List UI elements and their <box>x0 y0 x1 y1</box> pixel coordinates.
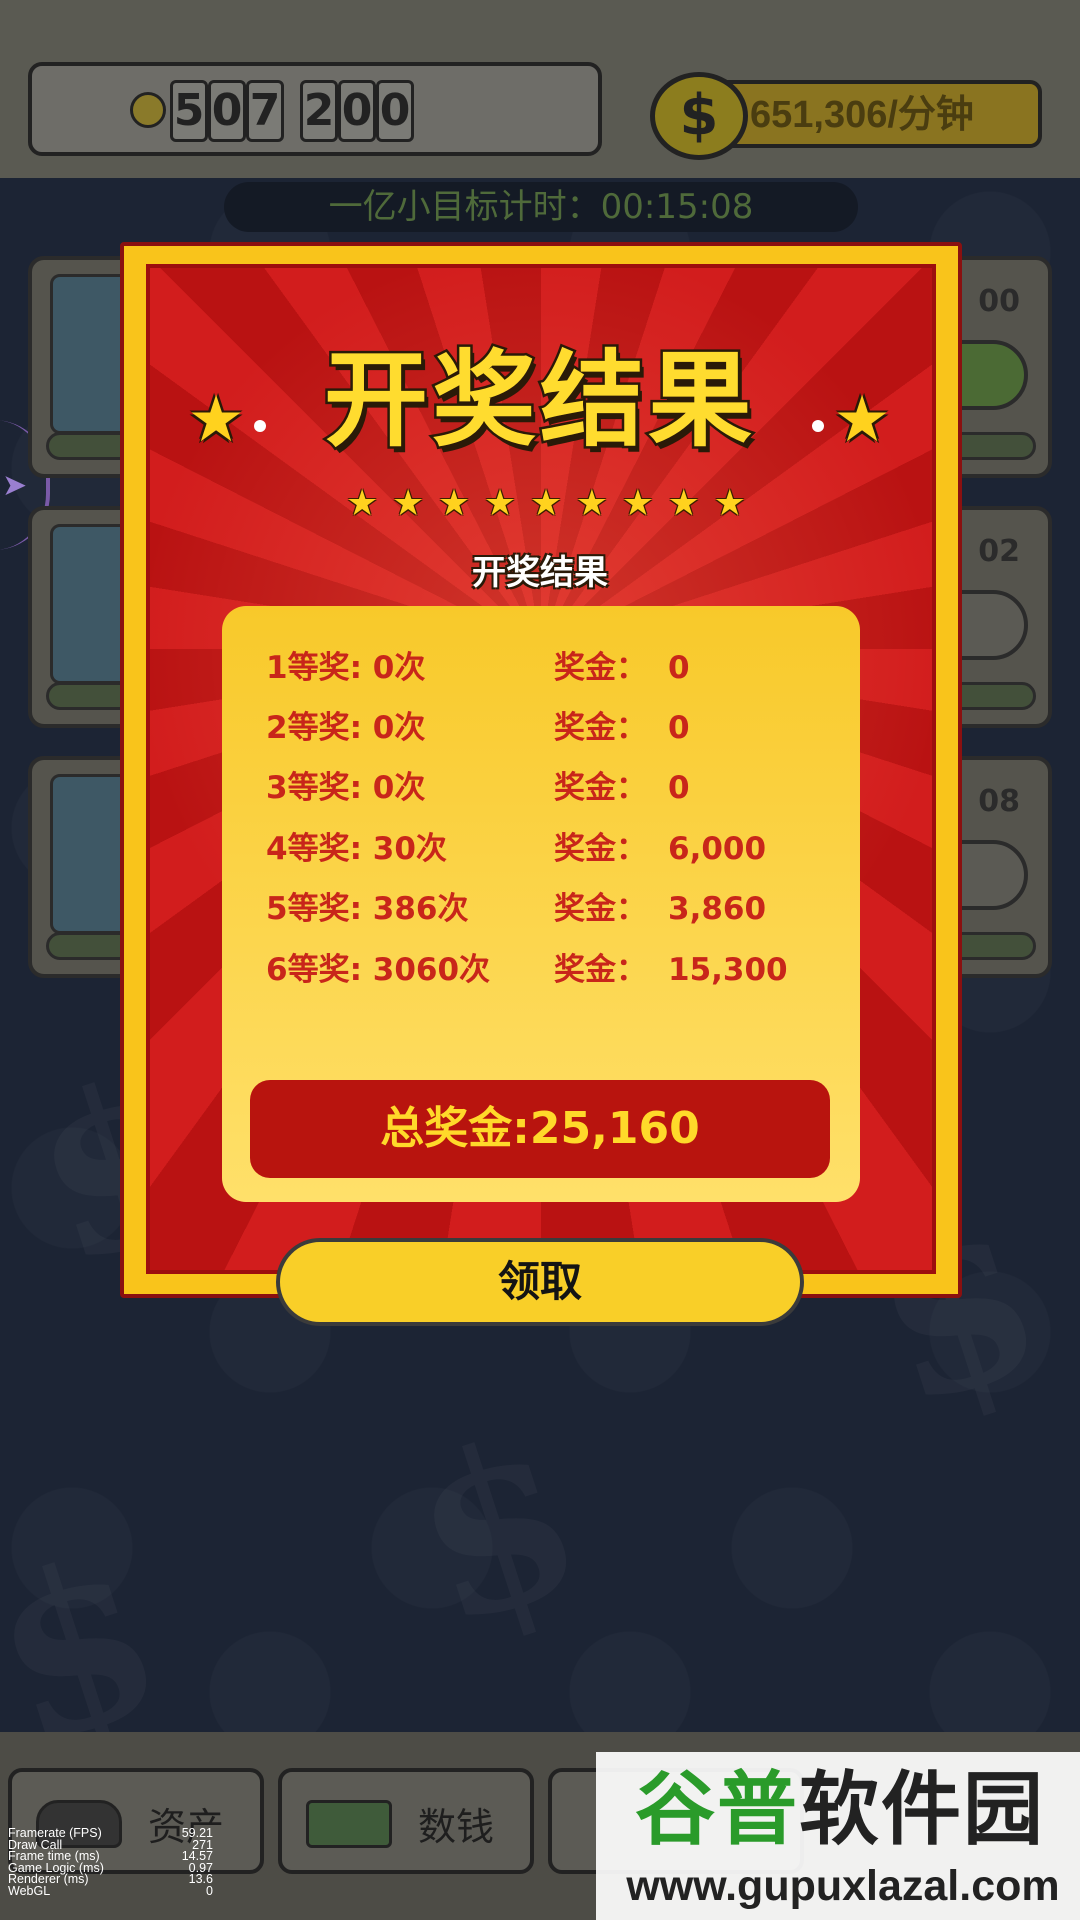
star-icon: ★ <box>483 483 517 524</box>
prize-row: 4等奖: 30次 奖金： 6,000 <box>266 825 826 873</box>
prize-money-label: 奖金： <box>554 710 647 746</box>
total-prize: 总奖金:25,160 <box>250 1080 830 1178</box>
prize-level: 2等奖: 0次 <box>266 710 426 746</box>
card-number: 08 <box>978 784 1020 819</box>
prize-money: 15,300 <box>668 952 788 988</box>
counter-digit: 2 <box>300 80 338 142</box>
star-icon: ★ <box>713 483 746 524</box>
cash-icon <box>306 1800 392 1848</box>
card-number: 02 <box>978 534 1020 569</box>
claim-button[interactable]: 领取 <box>276 1238 804 1326</box>
prize-money-label: 奖金： <box>554 770 647 806</box>
star-icon: ★ <box>391 483 425 524</box>
prize-row: 3等奖: 0次 奖金： 0 <box>266 764 826 812</box>
watermark-brand-green: 谷普 <box>635 1763 799 1856</box>
star-icon: ★ <box>346 483 379 524</box>
prize-money-label: 奖金： <box>554 952 647 988</box>
arrow-right-icon: ➤ <box>2 468 28 503</box>
goal-timer: 一亿小目标计时：00:15:08 <box>224 182 858 232</box>
prize-money: 3,860 <box>668 891 767 927</box>
prize-money: 6,000 <box>668 831 767 867</box>
nav-count-money-label: 数钱 <box>418 1805 495 1849</box>
dot-decoration <box>254 420 266 432</box>
income-rate: 651,306/分钟 <box>750 94 974 136</box>
prize-money-label: 奖金： <box>554 650 647 686</box>
counter-digit: 5 <box>170 80 208 142</box>
star-icon: ★ <box>621 483 654 524</box>
star-icon: ★ <box>575 483 609 524</box>
dialog-subtitle: 开奖结果 <box>472 553 608 593</box>
prize-row: 6等奖: 3060次 奖金： 15,300 <box>266 946 826 994</box>
stat-value: 0 <box>206 1883 213 1898</box>
prize-level: 4等奖: 30次 <box>266 831 447 867</box>
star-icon: ★ <box>833 383 891 457</box>
counter-digit: 0 <box>376 80 414 142</box>
prize-level: 6等奖: 3060次 <box>266 952 491 988</box>
star-icon: ★ <box>437 483 471 524</box>
dialog-title: 开奖结果 <box>321 338 756 463</box>
stat-name: WebGL <box>8 1883 51 1898</box>
watermark-url: www.gupuxlazal.com <box>626 1862 1060 1910</box>
card-number: 00 <box>978 284 1020 319</box>
prize-row: 2等奖: 0次 奖金： 0 <box>266 704 826 752</box>
prize-money: 0 <box>668 710 690 746</box>
dot-decoration <box>812 420 824 432</box>
prize-money-label: 奖金： <box>554 891 647 927</box>
prize-money-label: 奖金： <box>554 831 647 867</box>
prize-row: 5等奖: 386次 奖金： 3,860 <box>266 885 826 933</box>
debug-stats: Framerate (FPS) 59.21 Draw Call 271 Frame … <box>8 1827 213 1898</box>
star-icon: ★ <box>187 383 245 457</box>
nav-count-money-button[interactable]: 数钱 <box>278 1768 534 1874</box>
prize-money: 0 <box>668 650 690 686</box>
coin-icon <box>130 92 166 128</box>
watermark-brand-dark: 软件园 <box>799 1763 1045 1856</box>
star-icon: ★ <box>667 483 700 524</box>
counter-digit: 0 <box>338 80 376 142</box>
prize-level: 5等奖: 386次 <box>266 891 469 927</box>
watermark-brand: 谷普软件园 <box>600 1762 1080 1858</box>
star-icon: ★ <box>529 483 563 524</box>
counter-digit: 7 <box>246 80 284 142</box>
prize-money: 0 <box>668 770 690 806</box>
prize-level: 3等奖: 0次 <box>266 770 426 806</box>
prize-level: 1等奖: 0次 <box>266 650 426 686</box>
prize-row: 1等奖: 0次 奖金： 0 <box>266 644 826 692</box>
star-rating-row: ★ ★ ★ ★ ★ ★ ★ ★ ★ <box>346 482 746 526</box>
dollar-coin-icon: $ <box>650 72 748 160</box>
counter-digit: 0 <box>208 80 246 142</box>
